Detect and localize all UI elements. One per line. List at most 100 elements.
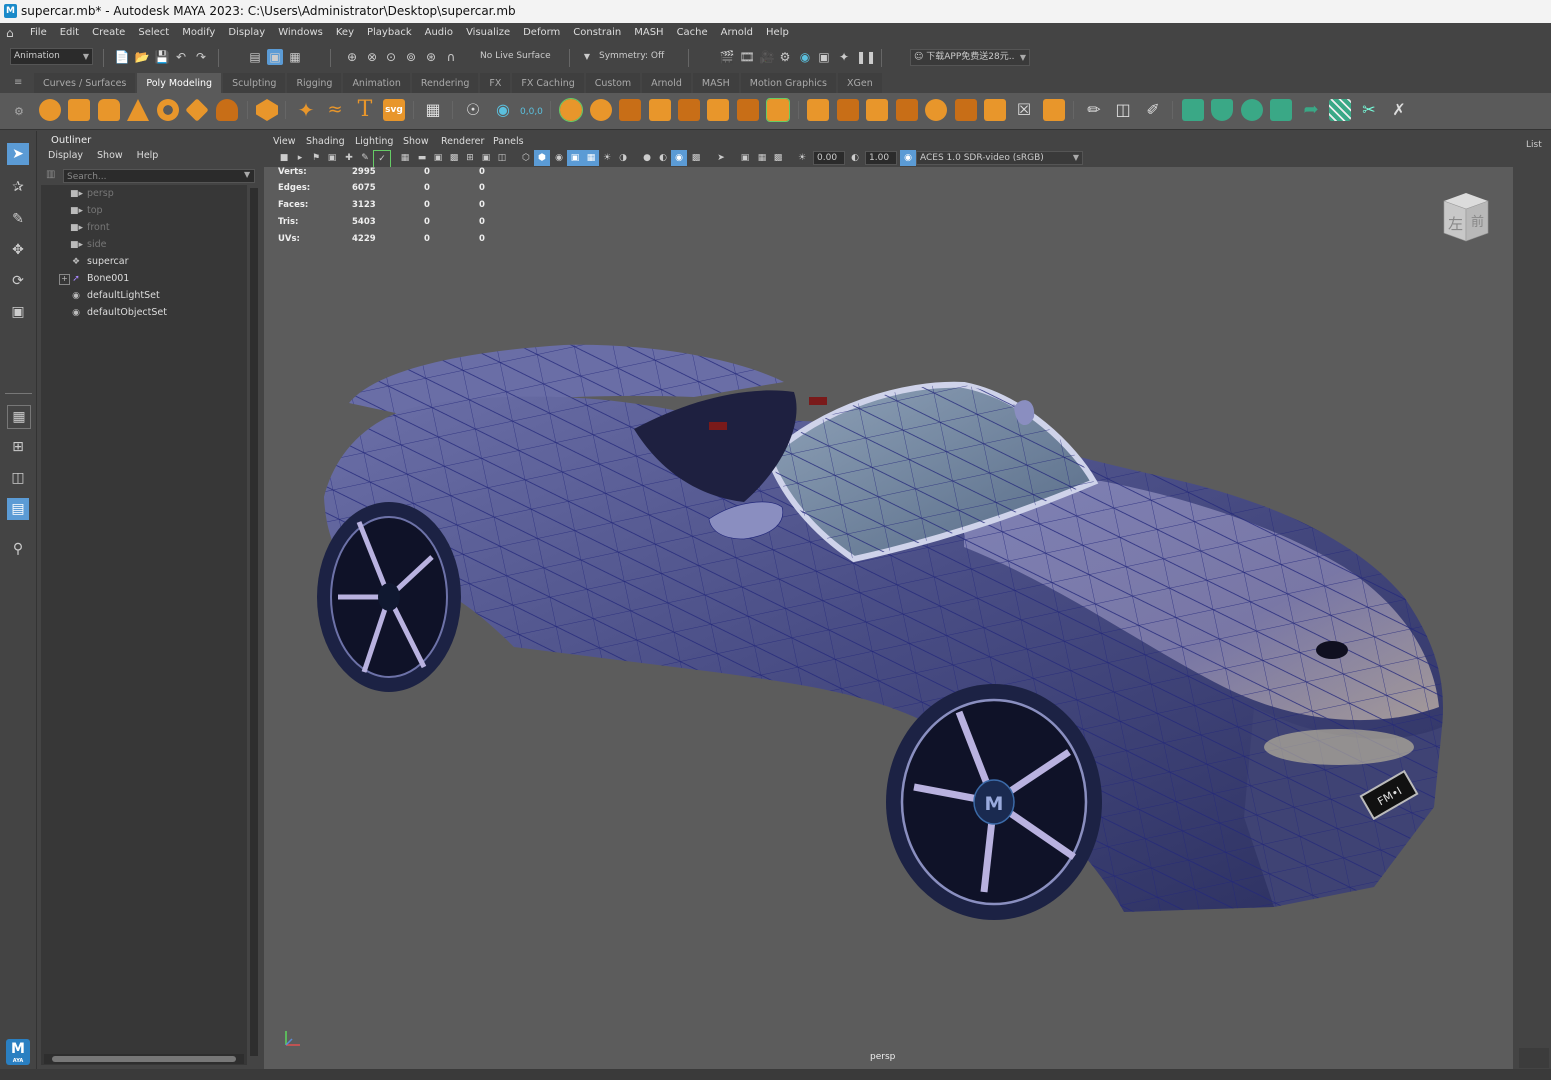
menu-display[interactable]: Display xyxy=(228,27,265,38)
outliner-menu-display[interactable]: Display xyxy=(48,150,83,161)
undo-icon[interactable]: ↶ xyxy=(173,49,189,65)
grease-pencil-icon[interactable]: ✎ xyxy=(357,150,373,166)
filter-icon[interactable]: ▥ xyxy=(46,169,55,180)
exposure-field[interactable]: 0.00 xyxy=(813,151,845,165)
film-gate-icon[interactable]: ▬ xyxy=(414,150,430,166)
menu-windows[interactable]: Windows xyxy=(278,27,323,38)
rotate-tool-icon[interactable]: ⟳ xyxy=(7,270,29,292)
four-view-icon[interactable]: ⊞ xyxy=(7,436,29,458)
tab-motion-graphics[interactable]: Motion Graphics xyxy=(740,73,836,93)
chevron-down-icon[interactable]: ▼ xyxy=(244,170,250,179)
outliner-menu-show[interactable]: Show xyxy=(97,150,123,161)
select-tool-icon[interactable]: ➤ xyxy=(7,143,29,165)
uv-spherical-icon[interactable] xyxy=(1241,99,1263,121)
viewport-menu-view[interactable]: View xyxy=(273,136,296,147)
outliner-item-top[interactable]: ■▸ top xyxy=(70,203,103,219)
viewport-menu-shading[interactable]: Shading xyxy=(306,136,345,147)
safe-title-icon[interactable]: ◫ xyxy=(494,150,510,166)
mirror-icon[interactable] xyxy=(619,99,641,121)
type-tool-icon[interactable]: T xyxy=(354,99,376,121)
outliner-item-defaultlightset[interactable]: ◉ defaultLightSet xyxy=(70,288,160,304)
textured-icon[interactable]: ▦ xyxy=(583,150,599,166)
outliner-item-defaultobjectset[interactable]: ◉ defaultObjectSet xyxy=(70,305,167,321)
tab-arnold[interactable]: Arnold xyxy=(642,73,691,93)
uv-automatic-icon[interactable] xyxy=(1270,99,1292,121)
tab-mash[interactable]: MASH xyxy=(692,73,739,93)
two-d-pan-icon[interactable]: ✚ xyxy=(341,150,357,166)
svg-tool-icon[interactable]: svg xyxy=(383,99,405,121)
open-scene-icon[interactable]: 📂 xyxy=(134,49,150,65)
platonic-solid-icon[interactable] xyxy=(256,99,278,121)
cut-uv-icon[interactable]: ✂ xyxy=(1358,99,1380,121)
menuset-dropdown[interactable]: Animation ▼ xyxy=(10,48,93,65)
outliner-layout-icon[interactable]: ▤ xyxy=(7,498,29,520)
xray-joints-icon[interactable]: ▦ xyxy=(754,150,770,166)
menu-mash[interactable]: MASH xyxy=(634,27,663,38)
render-settings-icon[interactable]: ⚙ xyxy=(777,49,793,65)
viewport-menu-show[interactable]: Show xyxy=(403,136,429,147)
outliner-menu-help[interactable]: Help xyxy=(137,150,159,161)
poly-plane-icon[interactable] xyxy=(185,98,209,122)
gamma-icon[interactable]: ◐ xyxy=(847,150,863,166)
arnold-render-icon[interactable]: ▣ xyxy=(816,49,832,65)
uv-checker-icon[interactable] xyxy=(1329,99,1351,121)
tab-xgen[interactable]: XGen xyxy=(837,73,882,93)
tab-rigging[interactable]: Rigging xyxy=(287,73,342,93)
camera-attributes-icon[interactable]: ▸ xyxy=(292,150,308,166)
pause-icon[interactable]: ❚❚ xyxy=(856,49,876,65)
tab-poly-modeling[interactable]: Poly Modeling xyxy=(137,73,222,93)
account-dropdown[interactable]: ☺ 下载APP免费送28元.. ▼ xyxy=(910,49,1030,66)
tab-animation[interactable]: Animation xyxy=(343,73,410,93)
menu-constrain[interactable]: Constrain xyxy=(573,27,621,38)
outliner-search-input[interactable]: Search... xyxy=(63,169,255,183)
menu-create[interactable]: Create xyxy=(92,27,125,38)
sew-uv-icon[interactable]: ✗ xyxy=(1388,99,1410,121)
perspective-viewport[interactable]: Verts: 2995 0 0 Edges: 6075 0 0 Faces: 3123 0 0 T… xyxy=(264,167,1513,1069)
viewport-menu-lighting[interactable]: Lighting xyxy=(355,136,393,147)
snap-grid-icon[interactable]: ⊕ xyxy=(344,49,360,65)
render-frame-icon[interactable]: 🎬 xyxy=(719,49,735,65)
outliner-vertical-scrollbar[interactable] xyxy=(250,188,258,1056)
transfer-attributes-icon[interactable] xyxy=(766,98,790,122)
gate-mask-icon[interactable]: ▩ xyxy=(446,150,462,166)
combine-icon[interactable] xyxy=(559,98,583,122)
menu-key[interactable]: Key xyxy=(336,27,354,38)
poly-disc-icon[interactable] xyxy=(216,99,238,121)
boolean-icon[interactable] xyxy=(649,99,671,121)
select-component-icon[interactable]: ▦ xyxy=(287,49,303,65)
bookmark-icon[interactable]: ⚑ xyxy=(308,150,324,166)
menu-deform[interactable]: Deform xyxy=(523,27,560,38)
wireframe-on-shaded-icon[interactable]: ▣ xyxy=(567,150,583,166)
shelf-menu-icon[interactable]: ≡ xyxy=(14,77,24,89)
multi-cut-icon[interactable]: ✏ xyxy=(1083,99,1105,121)
poly-sphere-icon[interactable] xyxy=(39,99,61,121)
tab-rendering[interactable]: Rendering xyxy=(411,73,479,93)
merge-icon[interactable] xyxy=(955,99,977,121)
save-scene-icon[interactable]: 💾 xyxy=(154,49,170,65)
viewport-menu-renderer[interactable]: Renderer xyxy=(441,136,484,147)
tab-fx[interactable]: FX xyxy=(480,73,511,93)
menu-playback[interactable]: Playback xyxy=(367,27,412,38)
magnet-icon[interactable]: ∩ xyxy=(443,49,459,65)
search-icon[interactable]: ⚲ xyxy=(7,538,29,560)
redo-icon[interactable]: ↷ xyxy=(193,49,209,65)
select-camera-icon[interactable]: ■ xyxy=(276,150,292,166)
supercar-model[interactable]: FM•I M xyxy=(264,167,1513,1069)
poly-cylinder-icon[interactable] xyxy=(98,99,120,121)
menu-select[interactable]: Select xyxy=(138,27,169,38)
snap-view-plane-icon[interactable]: ⊚ xyxy=(403,49,419,65)
symmetry-dropdown[interactable]: Symmetry: Off xyxy=(596,49,678,66)
color-management-icon[interactable]: ◉ xyxy=(900,150,916,166)
poly-torus-icon[interactable] xyxy=(157,99,179,121)
tab-sculpting[interactable]: Sculpting xyxy=(223,73,286,93)
exposure-icon[interactable]: ☀ xyxy=(794,150,810,166)
uv-cylindrical-icon[interactable] xyxy=(1211,99,1233,121)
outliner-horizontal-scrollbar[interactable] xyxy=(44,1054,244,1064)
time-slider-bar[interactable] xyxy=(0,1069,1551,1080)
ipr-render-icon[interactable]: 🎥 xyxy=(759,49,775,65)
chevron-down-icon[interactable]: ▼ xyxy=(579,49,595,65)
safe-action-icon[interactable]: ▣ xyxy=(478,150,494,166)
xray-components-icon[interactable]: ▩ xyxy=(770,150,786,166)
menu-modify[interactable]: Modify xyxy=(182,27,215,38)
tab-custom[interactable]: Custom xyxy=(585,73,641,93)
